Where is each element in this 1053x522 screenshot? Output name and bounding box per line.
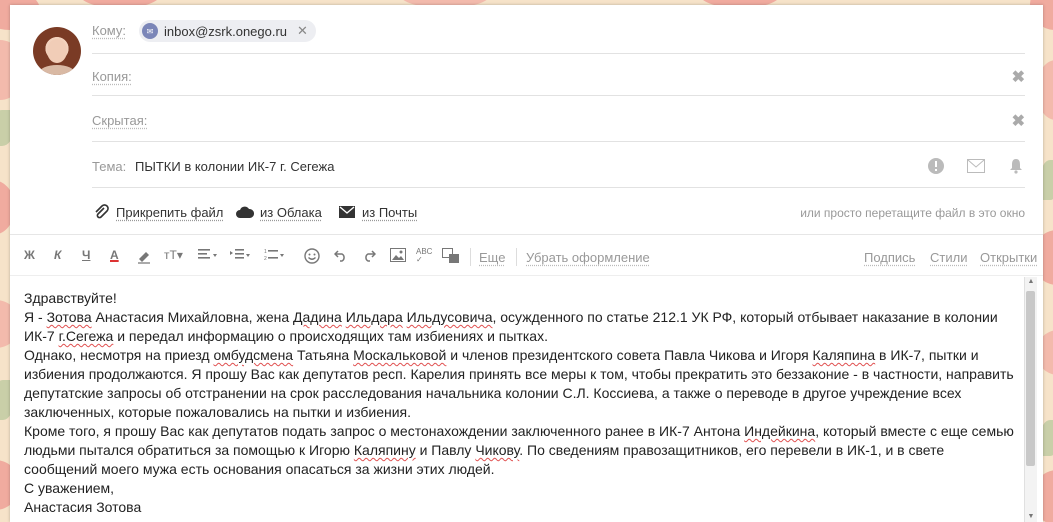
remove-recipient-icon[interactable]: ✕ [297,23,308,39]
drop-hint: или просто перетащите файл в это окно [800,206,1025,220]
styles-button[interactable]: Стили [930,250,967,265]
body-closing: С уважением, [24,480,115,496]
format-toolbar: Ж К Ч А тТ▾ 12 ABC ✓ Еще Убрать оформлен… [22,245,1037,269]
body-paragraph-1: Я - Зотова Анастасия Михайловна, жена Да… [24,309,998,344]
signature-button[interactable]: Подпись [864,250,915,265]
body-greeting: Здравствуйте! [24,290,117,306]
scroll-up-icon[interactable]: ▲ [1025,277,1037,287]
bcc-row: Скрытая: ✖ [92,95,1025,142]
to-label[interactable]: Кому: [92,23,126,38]
italic-button[interactable]: К [54,248,61,262]
postcards-button[interactable]: Открытки [980,250,1037,265]
subject-label: Тема: [92,159,127,174]
recipient-email: inbox@zsrk.onego.ru [164,23,288,39]
reminder-bell-icon[interactable] [1007,157,1025,175]
recipient-avatar-icon: ✉ [142,23,158,39]
align-icon[interactable] [198,248,218,265]
cc-row: Копия: ✖ [92,53,1025,96]
scroll-down-icon[interactable]: ▼ [1025,512,1037,522]
paperclip-icon [92,204,110,220]
close-cc-icon[interactable]: ✖ [1012,67,1025,87]
recipient-chip[interactable]: ✉ inbox@zsrk.onego.ru ✕ [139,20,316,42]
envelope-icon [338,204,356,220]
to-row: Кому: ✉ inbox@zsrk.onego.ru ✕ [92,17,1025,54]
bold-button[interactable]: Ж [24,248,35,262]
body-signature: Анастасия Зотова [24,499,142,515]
body-paragraph-2: Однако, несмотря на приезд омбудсмена Та… [24,347,1014,420]
editor-scrollbar[interactable]: ▲ ▼ [1024,277,1037,522]
cloud-icon [236,204,254,220]
emoji-icon[interactable] [304,248,320,267]
bcc-label[interactable]: Скрытая: [92,113,147,128]
message-body-editor[interactable]: Здравствуйте! Я - Зотова Анастасия Михай… [24,289,1019,522]
sender-avatar[interactable] [33,27,81,75]
close-bcc-icon[interactable]: ✖ [1012,111,1025,131]
body-paragraph-3: Кроме того, я прошу Вас как депутатов по… [24,423,1014,477]
underline-button[interactable]: Ч [82,248,90,262]
highlight-icon[interactable] [136,248,152,267]
indent-icon[interactable] [230,248,252,265]
scroll-thumb[interactable] [1026,291,1035,466]
subject-input[interactable]: ПЫТКИ в колонии ИК-7 г. Сегежа [135,159,334,174]
image-icon[interactable] [390,248,406,265]
cc-label[interactable]: Копия: [92,69,132,84]
compose-panel: Кому: ✉ inbox@zsrk.onego.ru ✕ Копия: ✖ С… [10,5,1043,522]
svg-text:1: 1 [264,249,267,255]
attach-from-mail-button[interactable]: из Почты [338,204,417,220]
font-size-icon[interactable]: тТ▾ [164,248,183,262]
undo-icon[interactable] [333,248,348,265]
font-color-button[interactable]: А [110,248,119,262]
attach-from-cloud-button[interactable]: из Облака [236,204,322,220]
translate-icon[interactable] [442,248,460,267]
redo-icon[interactable] [362,248,377,265]
subject-row: Тема: ПЫТКИ в колонии ИК-7 г. Сегежа [92,141,1025,188]
clear-format-button[interactable]: Убрать оформление [526,250,650,265]
svg-text:2: 2 [264,256,267,262]
attach-file-button[interactable]: Прикрепить файл [92,204,223,220]
notification-envelope-icon[interactable] [967,157,985,175]
more-button[interactable]: Еще [479,250,505,265]
spellcheck-icon[interactable]: ABC ✓ [416,248,432,264]
importance-icon[interactable] [927,157,945,175]
list-icon[interactable]: 12 [264,248,286,265]
